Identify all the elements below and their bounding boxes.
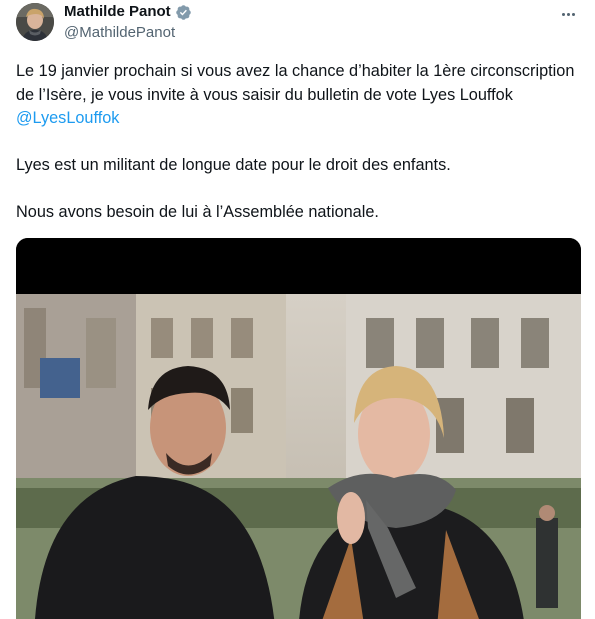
avatar[interactable]	[16, 3, 54, 41]
mention-link[interactable]: @LyesLouffok	[16, 109, 119, 127]
more-options-button[interactable]	[553, 4, 583, 24]
tweet-paragraph-3: Nous avons besoin de lui à l’Assemblée n…	[16, 203, 379, 221]
tweet-paragraph-2: Lyes est un militant de longue date pour…	[16, 156, 451, 174]
tweet-paragraph-1: Le 19 janvier prochain si vous avez la c…	[16, 60, 582, 131]
tweet-card[interactable]: Mathilde Panot @MathildePanot Le 19 janv…	[0, 0, 595, 619]
more-horizontal-icon	[561, 12, 575, 16]
author-display-name[interactable]: Mathilde Panot	[64, 3, 171, 21]
video-frame	[16, 238, 581, 619]
video-player[interactable]	[16, 238, 581, 619]
tweet-text: Le 19 janvier prochain si vous avez la c…	[16, 60, 582, 225]
author-handle[interactable]: @MathildePanot	[64, 24, 192, 42]
verified-badge-icon	[175, 4, 192, 21]
avatar-photo	[16, 3, 54, 41]
tweet-paragraph-1-text: Le 19 janvier prochain si vous avez la c…	[16, 62, 575, 104]
author-block: Mathilde Panot @MathildePanot	[64, 3, 192, 42]
